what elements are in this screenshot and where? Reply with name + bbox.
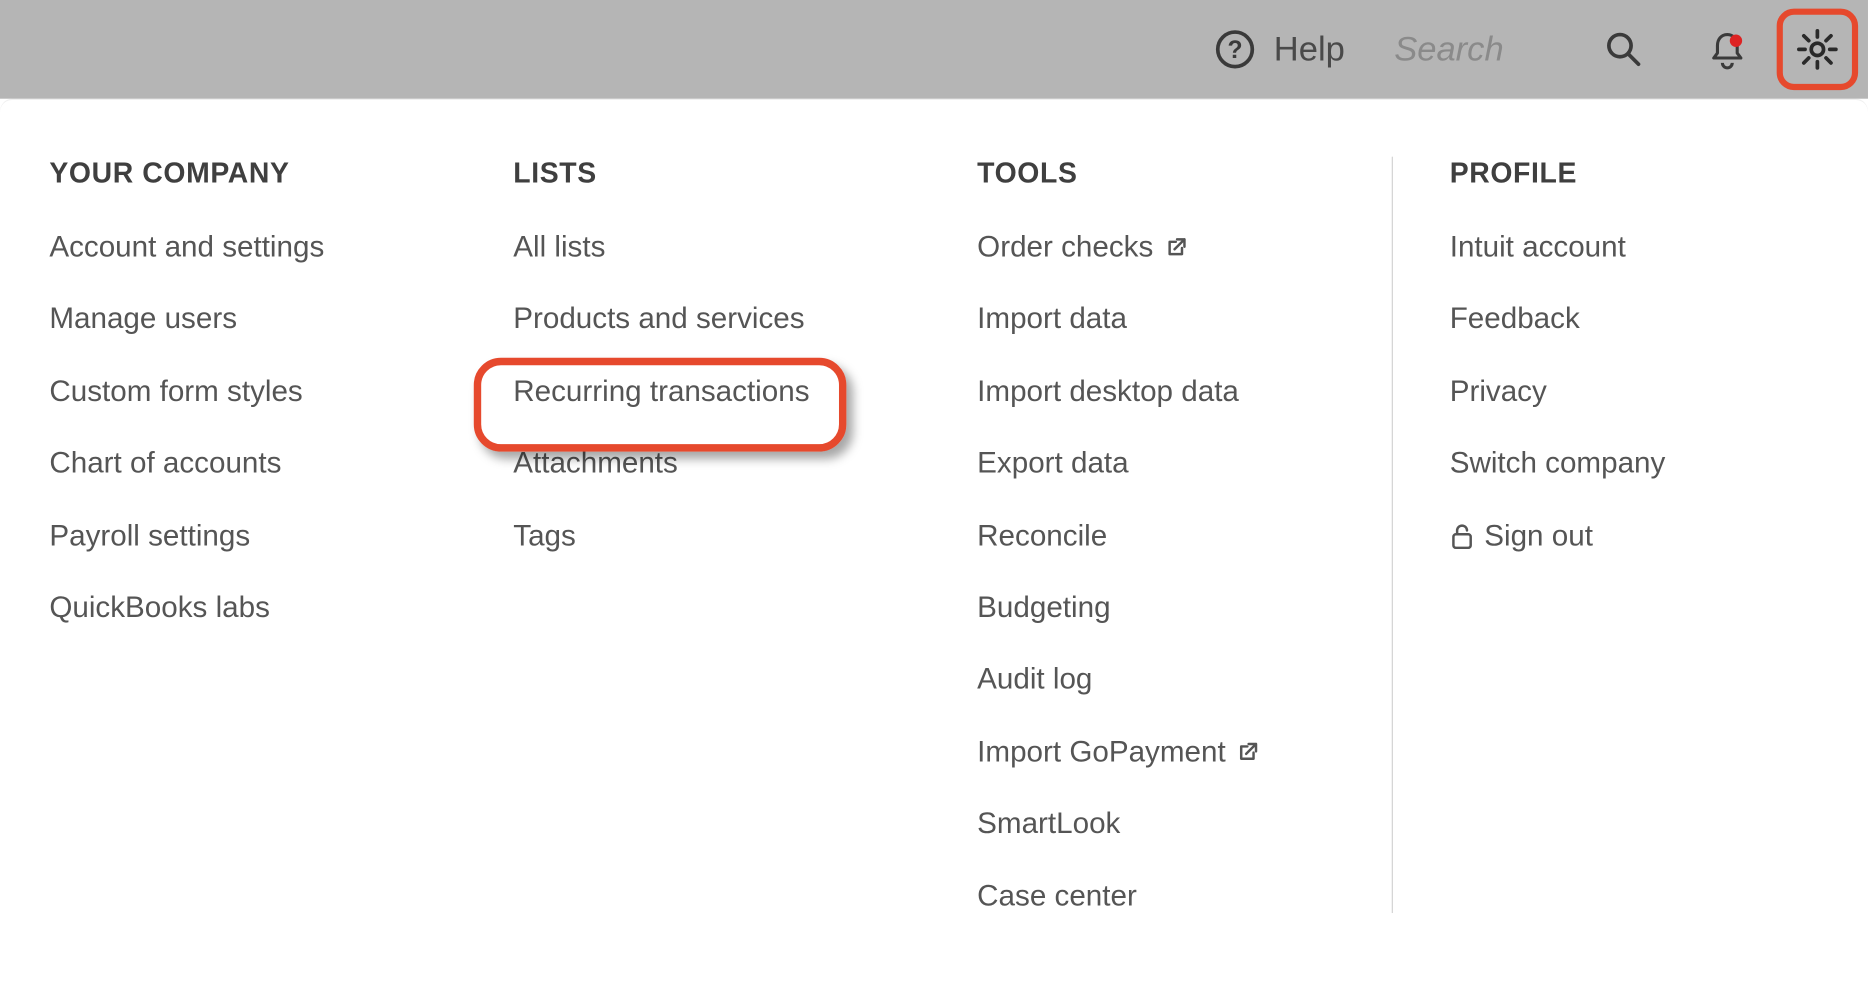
link-label: Order checks (977, 232, 1153, 265)
settings-panel: YOUR COMPANY Account and settings Manage … (0, 100, 1868, 938)
link-label: QuickBooks labs (49, 592, 270, 625)
link-audit-log[interactable]: Audit log (977, 664, 1342, 697)
svg-text:?: ? (1228, 37, 1243, 64)
link-label: Payroll settings (49, 520, 250, 553)
external-link-icon (1163, 236, 1188, 261)
link-switch-company[interactable]: Switch company (1450, 448, 1844, 481)
link-manage-users[interactable]: Manage users (49, 304, 488, 337)
link-label: Import desktop data (977, 376, 1239, 409)
topbar: ? Help (0, 0, 1868, 99)
help-label[interactable]: Help (1274, 30, 1345, 69)
link-label: Case center (977, 880, 1137, 913)
link-label: Custom form styles (49, 376, 302, 409)
link-all-lists[interactable]: All lists (513, 232, 952, 265)
link-label: Audit log (977, 664, 1092, 697)
search-input[interactable] (1394, 30, 1604, 69)
link-products-and-services[interactable]: Products and services (513, 304, 952, 337)
link-label: SmartLook (977, 808, 1120, 841)
link-payroll-settings[interactable]: Payroll settings (49, 520, 488, 553)
notifications-icon[interactable] (1705, 27, 1749, 71)
link-chart-of-accounts[interactable]: Chart of accounts (49, 448, 488, 481)
link-reconcile[interactable]: Reconcile (977, 520, 1342, 553)
heading-tools: TOOLS (977, 157, 1342, 190)
link-custom-form-styles[interactable]: Custom form styles (49, 376, 488, 409)
column-tools: TOOLS Order checks Import data Import desk… (977, 157, 1367, 913)
column-your-company: YOUR COMPANY Account and settings Manage … (49, 157, 513, 913)
link-import-gopayment[interactable]: Import GoPayment (977, 736, 1342, 769)
link-account-and-settings[interactable]: Account and settings (49, 232, 488, 265)
link-recurring-transactions[interactable]: Recurring transactions (513, 376, 952, 409)
link-intuit-account[interactable]: Intuit account (1450, 232, 1844, 265)
gear-icon[interactable] (1795, 27, 1839, 71)
link-label: Account and settings (49, 232, 324, 265)
column-profile: PROFILE Intuit account Feedback Privacy Swi… (1450, 157, 1868, 913)
column-divider (1392, 157, 1393, 913)
link-label: Reconcile (977, 520, 1107, 553)
link-case-center[interactable]: Case center (977, 880, 1342, 913)
link-label: All lists (513, 232, 605, 265)
link-feedback[interactable]: Feedback (1450, 304, 1844, 337)
notification-dot (1730, 35, 1742, 47)
link-label: Import GoPayment (977, 736, 1226, 769)
link-label: Privacy (1450, 376, 1547, 409)
link-order-checks[interactable]: Order checks (977, 232, 1342, 265)
link-import-desktop-data[interactable]: Import desktop data (977, 376, 1342, 409)
link-sign-out[interactable]: Sign out (1450, 520, 1844, 553)
link-smartlook[interactable]: SmartLook (977, 808, 1342, 841)
heading-lists: LISTS (513, 157, 952, 190)
link-attachments[interactable]: Attachments (513, 448, 952, 481)
help-icon[interactable]: ? (1215, 28, 1257, 70)
link-label: Import data (977, 304, 1127, 337)
link-label: Tags (513, 520, 576, 553)
heading-your-company: YOUR COMPANY (49, 157, 488, 190)
link-quickbooks-labs[interactable]: QuickBooks labs (49, 592, 488, 625)
link-privacy[interactable]: Privacy (1450, 376, 1844, 409)
link-label: Recurring transactions (513, 376, 809, 409)
link-label: Manage users (49, 304, 237, 337)
link-label: Switch company (1450, 448, 1666, 481)
link-label: Intuit account (1450, 232, 1626, 265)
link-label: Budgeting (977, 592, 1110, 625)
link-tags[interactable]: Tags (513, 520, 952, 553)
search-icon[interactable] (1604, 30, 1643, 69)
link-import-data[interactable]: Import data (977, 304, 1342, 337)
link-label: Attachments (513, 448, 678, 481)
link-label: Export data (977, 448, 1128, 481)
link-label: Sign out (1484, 520, 1593, 553)
link-label: Products and services (513, 304, 804, 337)
link-label: Chart of accounts (49, 448, 281, 481)
link-export-data[interactable]: Export data (977, 448, 1342, 481)
external-link-icon (1236, 740, 1261, 765)
gear-highlight-box (1777, 9, 1858, 90)
lock-open-icon (1450, 523, 1475, 550)
link-budgeting[interactable]: Budgeting (977, 592, 1342, 625)
heading-profile: PROFILE (1450, 157, 1844, 190)
column-lists: LISTS All lists Products and services Recu… (513, 157, 977, 913)
link-label: Feedback (1450, 304, 1580, 337)
